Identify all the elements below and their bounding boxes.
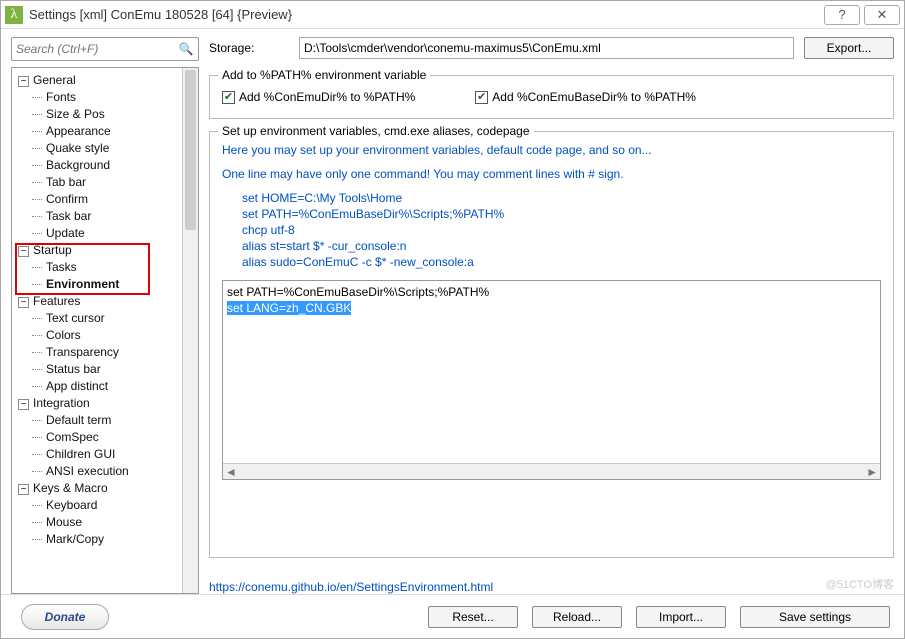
search-icon: 🔍	[178, 42, 194, 56]
tree-item-colors[interactable]: Colors	[12, 327, 198, 344]
tree-item-mouse[interactable]: Mouse	[12, 514, 198, 531]
tree-item-childrengui[interactable]: Children GUI	[12, 446, 198, 463]
tree-item-appdistinct[interactable]: App distinct	[12, 378, 198, 395]
tree-cat-integration[interactable]: −Integration	[12, 395, 198, 412]
check-icon: ✔	[224, 92, 233, 103]
storage-label: Storage:	[209, 41, 289, 55]
settings-tree[interactable]: −General Fonts Size & Pos Appearance Qua…	[11, 67, 199, 594]
tree-item-appearance[interactable]: Appearance	[12, 123, 198, 140]
env-textarea[interactable]: set PATH=%ConEmuBaseDir%\Scripts;%PATH% …	[222, 280, 881, 480]
doc-link[interactable]: https://conemu.github.io/en/SettingsEnvi…	[209, 580, 493, 594]
save-settings-button[interactable]: Save settings	[740, 606, 890, 628]
reload-button[interactable]: Reload...	[532, 606, 622, 628]
tree-item-comspec[interactable]: ComSpec	[12, 429, 198, 446]
watermark: @51CTO博客	[826, 576, 894, 592]
tree-cat-features[interactable]: −Features	[12, 293, 198, 310]
tree-item-ansi[interactable]: ANSI execution	[12, 463, 198, 480]
env-examples: set HOME=C:\My Tools\Home set PATH=%ConE…	[222, 190, 881, 270]
tree-item-environment[interactable]: Environment	[12, 276, 198, 293]
tree-cat-keys[interactable]: −Keys & Macro	[12, 480, 198, 497]
env-line: set PATH=%ConEmuBaseDir%\Scripts;%PATH%	[227, 284, 876, 300]
env-line-selected: set LANG=zh_CN.GBK	[227, 300, 876, 316]
env-hscrollbar[interactable]: ◄►	[223, 463, 880, 479]
env-group-title: Set up environment variables, cmd.exe al…	[218, 124, 534, 138]
scroll-left-icon[interactable]: ◄	[225, 465, 237, 479]
env-group: Set up environment variables, cmd.exe al…	[209, 131, 894, 558]
tree-item-size-pos[interactable]: Size & Pos	[12, 106, 198, 123]
chk-add-conemudir[interactable]: ✔ Add %ConEmuDir% to %PATH%	[222, 90, 415, 104]
tree-item-defaultterm[interactable]: Default term	[12, 412, 198, 429]
chk-add-conemubasedir[interactable]: ✔ Add %ConEmuBaseDir% to %PATH%	[475, 90, 696, 104]
tree-item-background[interactable]: Background	[12, 157, 198, 174]
tree-item-markcopy[interactable]: Mark/Copy	[12, 531, 198, 548]
search-input-wrapper[interactable]: 🔍	[11, 37, 199, 61]
doc-link-row: https://conemu.github.io/en/SettingsEnvi…	[209, 580, 894, 594]
tree-item-textcursor[interactable]: Text cursor	[12, 310, 198, 327]
env-help-2: One line may have only one command! You …	[222, 166, 881, 182]
tree-item-taskbar[interactable]: Task bar	[12, 208, 198, 225]
tree-item-update[interactable]: Update	[12, 225, 198, 242]
env-help-1: Here you may set up your environment var…	[222, 142, 881, 158]
close-button[interactable]: ✕	[864, 5, 900, 25]
check-icon: ✔	[477, 92, 486, 103]
path-group-title: Add to %PATH% environment variable	[218, 68, 430, 82]
import-button[interactable]: Import...	[636, 606, 726, 628]
tree-item-quake[interactable]: Quake style	[12, 140, 198, 157]
scroll-right-icon[interactable]: ►	[866, 465, 878, 479]
tree-item-tabbar[interactable]: Tab bar	[12, 174, 198, 191]
tree-item-keyboard[interactable]: Keyboard	[12, 497, 198, 514]
tree-item-fonts[interactable]: Fonts	[12, 89, 198, 106]
tree-cat-general[interactable]: −General	[12, 72, 198, 89]
storage-path[interactable]: D:\Tools\cmder\vendor\conemu-maximus5\Co…	[299, 37, 794, 59]
reset-button[interactable]: Reset...	[428, 606, 518, 628]
export-button[interactable]: Export...	[804, 37, 894, 59]
app-icon: λ	[5, 6, 23, 24]
help-button[interactable]: ?	[824, 5, 860, 25]
tree-item-confirm[interactable]: Confirm	[12, 191, 198, 208]
tree-item-statusbar[interactable]: Status bar	[12, 361, 198, 378]
tree-item-transparency[interactable]: Transparency	[12, 344, 198, 361]
path-group: Add to %PATH% environment variable ✔ Add…	[209, 75, 894, 119]
tree-cat-startup[interactable]: −Startup	[12, 242, 198, 259]
tree-item-tasks[interactable]: Tasks	[12, 259, 198, 276]
search-input[interactable]	[16, 42, 178, 56]
window-title: Settings [xml] ConEmu 180528 [64] {Previ…	[29, 7, 820, 22]
donate-button[interactable]: Donate	[21, 604, 109, 630]
